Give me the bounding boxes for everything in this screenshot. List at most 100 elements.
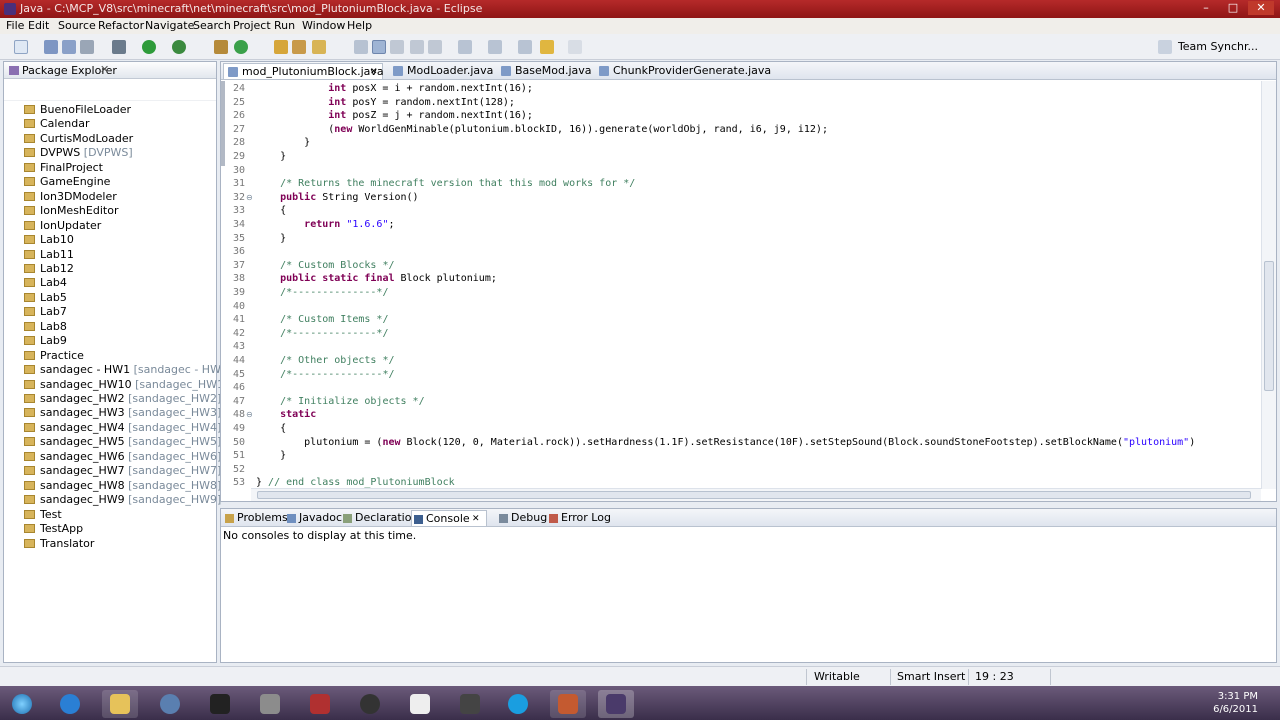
perspective-team-synch[interactable]: Team Synchr... (1178, 40, 1258, 53)
open-type-icon[interactable] (274, 40, 288, 54)
project-item[interactable]: sandagec_HW7 [sandagec_HW7] (24, 464, 221, 478)
tab-basemod[interactable]: BaseMod.java (497, 63, 592, 79)
project-item[interactable]: Calendar (24, 117, 89, 131)
project-item[interactable]: Ion3DModeler (24, 190, 117, 204)
project-item[interactable]: IonMeshEditor (24, 204, 118, 218)
menu-refactor[interactable]: Refactor (98, 19, 144, 32)
tab-error-log[interactable]: Error Log (547, 510, 611, 526)
taskbar-eclipse-icon[interactable] (598, 690, 634, 718)
menu-navigate[interactable]: Navigate (145, 19, 194, 32)
project-item[interactable]: GameEngine (24, 175, 110, 189)
project-item[interactable]: CurtisModLoader (24, 132, 133, 146)
close-button[interactable]: ✕ (1248, 1, 1274, 15)
tab-close-icon[interactable]: ✕ (472, 511, 480, 527)
taskbar-app-icon[interactable] (402, 690, 438, 718)
new-package-icon[interactable] (214, 40, 228, 54)
project-item[interactable]: sandagec_HW3 [sandagec_HW3] (24, 406, 221, 420)
back-icon[interactable] (540, 40, 554, 54)
project-item[interactable]: sandagec - HW1 [sandagec - HW1] (24, 363, 232, 377)
open-task-icon[interactable] (292, 40, 306, 54)
menu-source[interactable]: Source (58, 19, 96, 32)
project-item[interactable]: sandagec_HW6 [sandagec_HW6] (24, 450, 221, 464)
project-item[interactable]: Lab4 (24, 276, 67, 290)
next-annotation-icon[interactable] (458, 40, 472, 54)
project-item[interactable]: Lab8 (24, 320, 67, 334)
taskbar-app-icon[interactable] (302, 690, 338, 718)
tab-mod-plutonium-block[interactable]: mod_PlutoniumBlock.java ✕ (223, 63, 384, 80)
open-perspective-icon[interactable] (1158, 40, 1172, 54)
project-item[interactable]: sandagec_HW8 [sandagec_HW8] (24, 479, 221, 493)
tab-javadoc[interactable]: Javadoc (285, 510, 342, 526)
last-edit-icon[interactable] (518, 40, 532, 54)
project-item[interactable]: TestApp (24, 522, 83, 536)
menu-file[interactable]: File (6, 19, 24, 32)
menu-help[interactable]: Help (347, 19, 372, 32)
fold-toggle-icon[interactable]: ⊖ (246, 410, 253, 419)
tab-problems[interactable]: Problems (223, 510, 288, 526)
system-clock[interactable]: 3:31 PM 6/6/2011 (1213, 690, 1258, 716)
save-all-icon[interactable] (62, 40, 76, 54)
project-item[interactable]: sandagec_HW10 [sandagec_HW10] (24, 378, 235, 392)
project-item[interactable]: sandagec_HW2 [sandagec_HW2] (24, 392, 221, 406)
tab-console[interactable]: Console ✕ (411, 510, 487, 526)
editor-horizontal-scrollbar[interactable] (251, 488, 1261, 501)
project-item[interactable]: DVPWS [DVPWS] (24, 146, 133, 160)
package-explorer-close-icon[interactable]: ✕ (100, 63, 109, 76)
external-tools-icon[interactable] (172, 40, 186, 54)
debug-icon[interactable] (112, 40, 126, 54)
taskbar-app-icon[interactable] (452, 690, 488, 718)
show-whitespace-2-icon[interactable] (410, 40, 424, 54)
toggle-mark-icon[interactable] (354, 40, 368, 54)
project-item[interactable]: Translator (24, 537, 94, 551)
menu-project[interactable]: Project (233, 19, 271, 32)
project-item[interactable]: Practice (24, 349, 84, 363)
taskbar-app-icon[interactable] (352, 690, 388, 718)
project-item[interactable]: Lab10 (24, 233, 74, 247)
taskbar-skype-icon[interactable] (500, 690, 536, 718)
new-icon[interactable] (14, 40, 28, 54)
menu-window[interactable]: Window (302, 19, 345, 32)
new-class-icon[interactable] (234, 40, 248, 54)
scroll-thumb[interactable] (1264, 261, 1274, 391)
taskbar-explorer-icon[interactable] (102, 690, 138, 718)
project-item[interactable]: Lab12 (24, 262, 74, 276)
project-item[interactable]: sandagec_HW5 [sandagec_HW5] (24, 435, 221, 449)
tab-modloader[interactable]: ModLoader.java (389, 63, 493, 79)
menu-edit[interactable]: Edit (28, 19, 49, 32)
save-icon[interactable] (44, 40, 58, 54)
menu-search[interactable]: Search (193, 19, 231, 32)
project-item[interactable]: Test (24, 508, 62, 522)
show-whitespace-3-icon[interactable] (428, 40, 442, 54)
tab-declaration[interactable]: Declaration (341, 510, 418, 526)
taskbar-ie-icon[interactable] (52, 690, 88, 718)
project-item[interactable]: Lab9 (24, 334, 67, 348)
prev-annotation-icon[interactable] (488, 40, 502, 54)
toggle-block-icon[interactable] (372, 40, 386, 54)
search-icon[interactable] (312, 40, 326, 54)
taskbar-app-icon[interactable] (152, 690, 188, 718)
taskbar-app-icon[interactable] (202, 690, 238, 718)
editor-vertical-scrollbar[interactable] (1261, 81, 1276, 489)
project-item[interactable]: Lab11 (24, 248, 74, 262)
project-item[interactable]: Lab7 (24, 305, 67, 319)
menu-run[interactable]: Run (274, 19, 295, 32)
start-button[interactable] (4, 690, 40, 718)
taskbar-app-icon[interactable] (252, 690, 288, 718)
minimize-button[interactable]: – (1193, 1, 1219, 15)
code-view[interactable]: 24 int posX = i + random.nextInt(16); 25 … (221, 81, 1261, 489)
print-icon[interactable] (80, 40, 94, 54)
project-item[interactable]: sandagec_HW4 [sandagec_HW4] (24, 421, 221, 435)
forward-icon[interactable] (568, 40, 582, 54)
project-item[interactable]: FinalProject (24, 161, 103, 175)
run-icon[interactable] (142, 40, 156, 54)
tab-close-icon[interactable]: ✕ (370, 64, 378, 80)
taskbar-app-icon[interactable] (550, 690, 586, 718)
show-whitespace-icon[interactable] (390, 40, 404, 54)
project-item[interactable]: Lab5 (24, 291, 67, 305)
project-item[interactable]: BuenoFileLoader (24, 103, 131, 117)
tab-debug[interactable]: Debug (497, 510, 547, 526)
scroll-thumb[interactable] (257, 491, 1251, 499)
project-item[interactable]: IonUpdater (24, 219, 101, 233)
project-item[interactable]: sandagec_HW9 [sandagec_HW9] (24, 493, 221, 507)
maximize-button[interactable]: □ (1220, 1, 1246, 15)
